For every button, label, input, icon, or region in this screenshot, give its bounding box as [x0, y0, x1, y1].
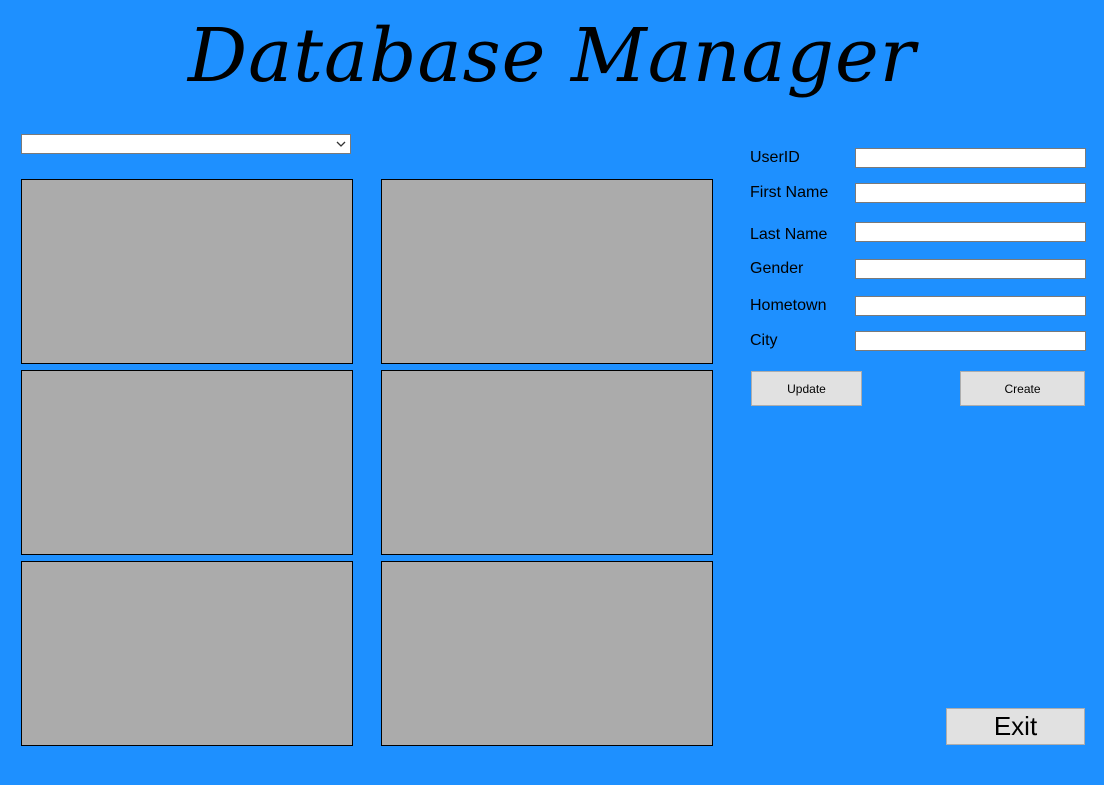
update-button[interactable]: Update: [751, 371, 862, 406]
exit-button[interactable]: Exit: [946, 708, 1085, 745]
hometown-field[interactable]: [855, 296, 1086, 316]
city-label: City: [750, 332, 778, 349]
first-name-field[interactable]: [855, 183, 1086, 203]
last-name-field[interactable]: [855, 222, 1086, 242]
record-selector-dropdown[interactable]: [21, 134, 351, 154]
image-panel-5: [21, 561, 353, 746]
city-field[interactable]: [855, 331, 1086, 351]
hometown-label: Hometown: [750, 297, 827, 314]
first-name-label: First Name: [750, 184, 829, 201]
userid-field[interactable]: [855, 148, 1086, 168]
last-name-label: Last Name: [750, 226, 828, 243]
image-panel-1: [21, 179, 353, 364]
create-button[interactable]: Create: [960, 371, 1085, 406]
gender-field[interactable]: [855, 259, 1086, 279]
image-panel-6: [381, 561, 713, 746]
chevron-down-icon: [336, 141, 346, 147]
image-panel-4: [381, 370, 713, 555]
userid-label: UserID: [750, 149, 800, 166]
image-panel-3: [21, 370, 353, 555]
gender-label: Gender: [750, 260, 804, 277]
app-title: Database Manager: [187, 13, 917, 99]
image-panel-2: [381, 179, 713, 364]
